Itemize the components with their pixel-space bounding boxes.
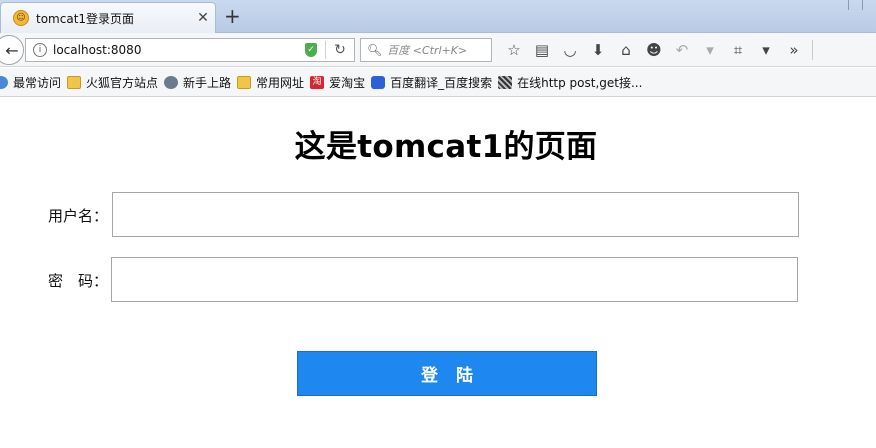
bookmark-label: 常用网址 [256,75,305,90]
overflow-chevron-icon[interactable]: » [780,41,808,59]
bookmark-item[interactable]: 常用网址 [237,74,304,91]
tab-strip: ☺ tomcat1登录页面 ✕ + [0,0,876,33]
crop-dropdown-icon[interactable]: ▾ [752,41,780,59]
bookmark-item[interactable]: 新手上路 [164,74,231,91]
back-arrow-icon[interactable]: ← [0,35,24,65]
undo-dropdown-icon[interactable]: ▾ [696,41,724,59]
bookmark-label: 在线http post,get接... [517,75,643,90]
bookmark-label: 爱淘宝 [329,75,366,90]
bookmark-label: 最常访问 [13,75,62,90]
bookmark-star-icon[interactable]: ☆ [500,41,528,59]
bookmark-item[interactable]: 在线http post,get接... [498,74,642,91]
taobao-icon: 淘 [310,75,325,89]
star-icon [0,75,8,89]
crop-icon[interactable]: ⌗ [724,41,752,59]
info-icon[interactable]: i [33,43,47,57]
bookmark-item[interactable]: 百度翻译_百度搜索 [371,74,492,91]
bookmark-label: 新手上路 [183,75,232,90]
home-icon[interactable]: ⌂ [612,41,640,59]
search-placeholder: 百度 <Ctrl+K> [387,44,468,57]
search-icon: 🔍︎ [367,43,383,57]
folder-icon [237,75,252,89]
username-label: 用户名： [48,207,109,225]
shield-icon[interactable]: ✓ [305,43,317,57]
toolbar: ☆ ▤ ◡ ⬇ ⌂ ☻ ↶ ▾ ⌗ ▾ » [500,39,817,61]
url-bar[interactable]: i localhost:8080 ✓ ↻ [25,38,355,62]
bookmark-item[interactable]: 火狐官方站点 [67,74,158,91]
bookmark-label: 火狐官方站点 [86,75,159,90]
bookmark-item[interactable]: 最常访问 [0,74,61,91]
bookmark-item[interactable]: 淘 爱淘宝 [310,74,365,91]
tab-title: tomcat1登录页面 [36,11,135,26]
baidu-icon [371,75,386,89]
password-label: 密 码： [48,272,109,290]
reload-icon[interactable]: ↻ [326,42,354,58]
reader-list-icon[interactable]: ▤ [528,41,556,59]
login-button[interactable]: 登陆 [297,351,597,396]
url-text[interactable]: localhost:8080 [53,43,305,57]
search-bar[interactable]: 🔍︎ 百度 <Ctrl+K> [360,38,492,62]
toolbar-divider [812,40,813,60]
undo-arrow-icon[interactable]: ↶ [668,41,696,59]
bookmark-label: 百度翻译_百度搜索 [390,75,493,90]
tomcat-favicon-icon: ☺ [13,10,29,26]
pocket-icon[interactable]: ◡ [556,41,584,59]
page-title: 这是tomcat1的页面 [294,129,598,165]
download-arrow-icon[interactable]: ⬇ [584,41,612,59]
qr-icon [498,75,513,89]
bookmarks-bar: 最常访问 火狐官方站点 新手上路 常用网址 淘 爱淘宝 百度翻译_百度搜索 在线… [0,68,876,97]
close-tab-icon[interactable]: ✕ [191,10,215,26]
tab-tomcat1[interactable]: ☺ tomcat1登录页面 ✕ [0,2,216,33]
globe-icon [164,75,179,89]
password-input[interactable] [111,257,798,302]
window-controls[interactable] [848,0,876,10]
new-tab-button[interactable]: + [224,4,241,28]
username-input[interactable] [112,192,799,237]
navigation-bar: ← i localhost:8080 ✓ ↻ 🔍︎ 百度 <Ctrl+K> ☆ … [0,33,876,67]
folder-icon [67,75,82,89]
smiley-icon[interactable]: ☻ [640,41,668,59]
